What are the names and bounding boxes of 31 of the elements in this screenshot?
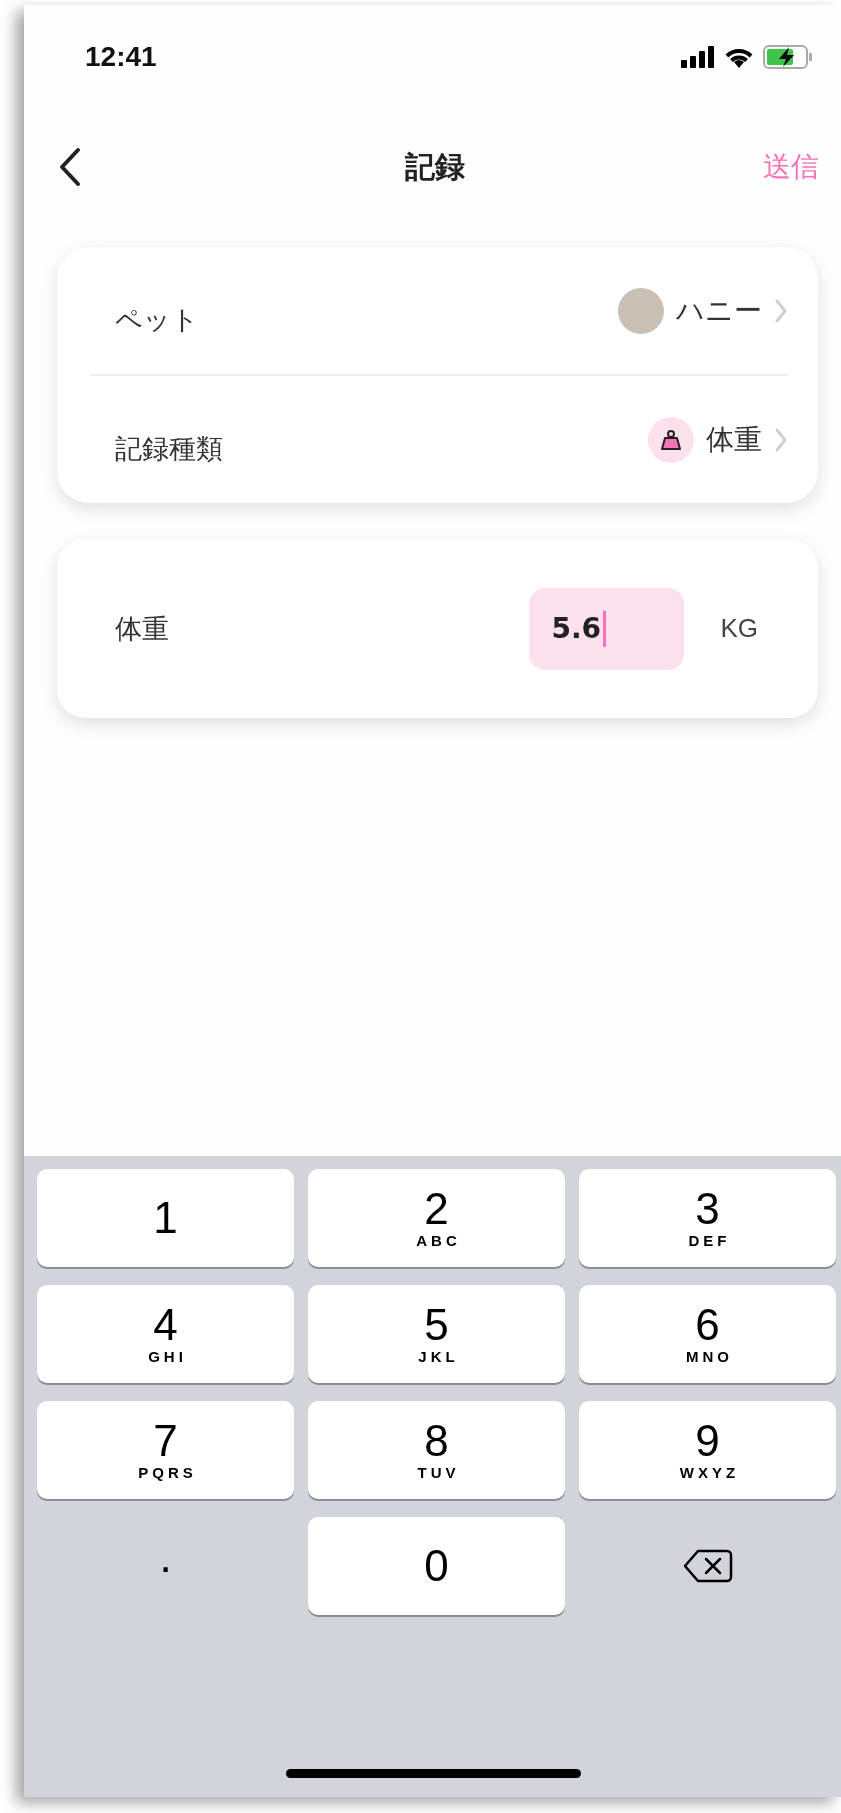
back-chevron-icon bbox=[57, 147, 81, 187]
keypad-key[interactable]: 3 DEF bbox=[579, 1169, 836, 1267]
screen-title: 記録 bbox=[404, 147, 465, 186]
keypad-key[interactable]: 8 TUV bbox=[308, 1401, 565, 1499]
keypad-key[interactable]: 4 GHI bbox=[37, 1285, 294, 1383]
status-time: 12:41 bbox=[85, 41, 157, 73]
form-row[interactable]: 記録種類 体重 bbox=[91, 374, 788, 503]
unit-label: KG bbox=[720, 613, 758, 644]
keypad-key[interactable]: 0 bbox=[308, 1517, 565, 1615]
keypad-key[interactable]: 5 JKL bbox=[308, 1285, 565, 1383]
backspace-icon bbox=[682, 1548, 733, 1584]
chevron-right-icon bbox=[774, 426, 788, 453]
decimal-point-key[interactable]: . bbox=[37, 1517, 294, 1615]
keypad-key[interactable]: 1 bbox=[37, 1169, 294, 1267]
form-row[interactable]: ペット ハニー bbox=[91, 247, 788, 374]
row-label: 記録種類 bbox=[115, 431, 223, 466]
keypad-key[interactable]: 7 PQRS bbox=[37, 1401, 294, 1499]
row-label: ペット bbox=[115, 302, 199, 337]
keypad-key[interactable]: 9 WXYZ bbox=[579, 1401, 836, 1499]
chevron-right-icon bbox=[774, 297, 788, 324]
signal-icon bbox=[681, 46, 715, 68]
pet-photo-placeholder bbox=[618, 287, 664, 334]
keypad-key[interactable]: 6 MNO bbox=[579, 1285, 836, 1383]
weight-label: 体重 bbox=[115, 611, 170, 646]
keypad-key[interactable]: 2 ABC bbox=[308, 1169, 565, 1267]
battery-icon bbox=[763, 45, 813, 69]
weight-input-field[interactable]: 5.6 bbox=[529, 587, 685, 670]
row-value: 体重 bbox=[706, 421, 762, 458]
row-value: ハニー bbox=[676, 292, 762, 329]
weight-icon bbox=[648, 416, 694, 463]
wifi-icon bbox=[723, 46, 755, 68]
